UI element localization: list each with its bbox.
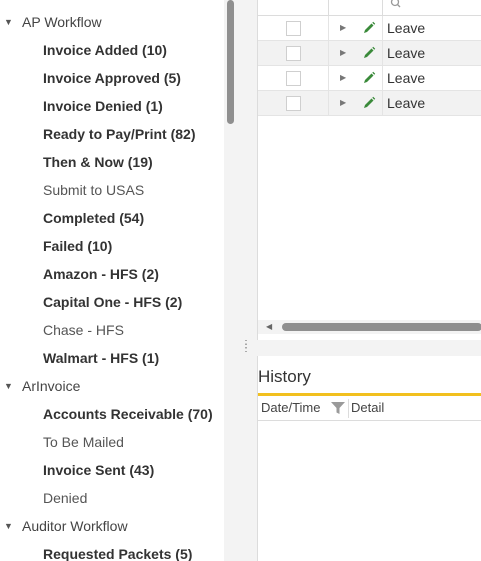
grid-row[interactable]: ▶ Leave: [258, 66, 481, 91]
row-checkbox[interactable]: [286, 46, 301, 61]
pencil-icon[interactable]: [362, 21, 376, 35]
tree-item-label: Invoice Denied (1): [43, 98, 163, 114]
history-header-row: Date/Time Detail: [258, 396, 481, 421]
leave-type-text: Leave: [387, 95, 426, 111]
tree-item-label: Capital One - HFS (2): [43, 294, 183, 310]
tree-item-label: Invoice Added (10): [43, 42, 167, 58]
leave-type-text: Leave: [387, 70, 426, 86]
tree-item-label: Completed (54): [43, 210, 145, 226]
caret-down-icon[interactable]: ▼: [4, 512, 13, 540]
grid-header-select[interactable]: [258, 0, 329, 15]
document-grid: ▶ Leave ▶ Leave ▶ Leave ▶ Leave ◀: [257, 0, 481, 340]
tree-item-label: Chase - HFS: [43, 322, 124, 338]
row-checkbox[interactable]: [286, 21, 301, 36]
chevron-right-icon[interactable]: ▶: [340, 91, 346, 115]
tree-item-label: Amazon - HFS (2): [43, 266, 159, 282]
caret-down-icon[interactable]: ▼: [4, 8, 13, 36]
column-date-time[interactable]: Date/Time: [261, 396, 320, 420]
tree-item-label: Submit to USAS: [43, 182, 145, 198]
tree-item-label: Accounts Receivable (70): [43, 406, 213, 422]
panel-divider: [257, 340, 481, 356]
tree-item-label: Failed (10): [43, 238, 113, 254]
chevron-right-icon[interactable]: ▶: [340, 66, 346, 90]
tree-group-label: Auditor Workflow: [22, 518, 128, 534]
row-checkbox[interactable]: [286, 71, 301, 86]
search-icon[interactable]: [390, 0, 402, 10]
tree-item-label: Requested Packets (5): [43, 546, 193, 561]
tree-item-label: Invoice Approved (5): [43, 70, 181, 86]
tree-group-label: ArInvoice: [22, 378, 81, 394]
tree-item-label: To Be Mailed: [43, 434, 124, 450]
grid-row[interactable]: ▶ Leave: [258, 16, 481, 41]
history-title: History: [258, 367, 311, 386]
column-detail[interactable]: Detail: [351, 396, 384, 420]
tree-item-label: Invoice Sent (43): [43, 462, 155, 478]
column-separator[interactable]: [348, 399, 349, 418]
splitter-grip-icon[interactable]: ⋮ ⋮: [241, 340, 251, 354]
workflow-tree: ▼ AP Workflow Invoice Added (10) Invoice Ap…: [0, 0, 237, 561]
chevron-right-icon[interactable]: ▶: [340, 16, 346, 40]
row-checkbox[interactable]: [286, 96, 301, 111]
scroll-left-arrow-icon[interactable]: ◀: [266, 320, 272, 334]
chevron-right-icon[interactable]: ▶: [340, 41, 346, 65]
grid-header-search[interactable]: [382, 0, 481, 15]
history-panel: History Date/Time Detail: [257, 356, 481, 561]
grid-horizontal-scrollbar[interactable]: ◀: [258, 320, 481, 334]
tree-item-label: Ready to Pay/Print (82): [43, 126, 196, 142]
pencil-icon[interactable]: [362, 71, 376, 85]
pencil-icon[interactable]: [362, 46, 376, 60]
tree-item-label: Walmart - HFS (1): [43, 350, 160, 366]
grid-header-actions: [328, 0, 383, 15]
leave-type-text: Leave: [387, 20, 426, 36]
tree-item-label: Denied: [43, 490, 88, 506]
grid-row[interactable]: ▶ Leave: [258, 91, 481, 116]
grid-scrollbar-thumb[interactable]: [282, 323, 481, 331]
grid-header-row: [258, 0, 481, 16]
caret-down-icon[interactable]: ▼: [4, 372, 13, 400]
pencil-icon[interactable]: [362, 96, 376, 110]
grid-row[interactable]: ▶ Leave: [258, 41, 481, 66]
tree-scrollbar-thumb[interactable]: [227, 0, 234, 124]
filter-icon[interactable]: [331, 402, 345, 415]
tree-group-label: AP Workflow: [22, 14, 102, 30]
panel-splitter[interactable]: [237, 0, 257, 561]
tree-item-label: Then & Now (19): [43, 154, 153, 170]
leave-type-text: Leave: [387, 45, 426, 61]
